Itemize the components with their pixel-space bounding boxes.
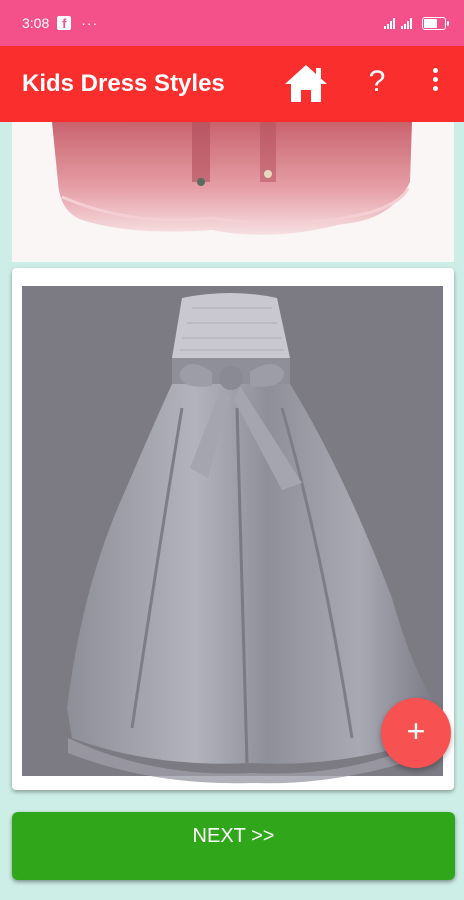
more-notifications-icon: ··· bbox=[81, 15, 99, 31]
facebook-icon: f bbox=[57, 16, 72, 31]
help-icon: ? bbox=[368, 65, 386, 98]
signal-icon-2 bbox=[401, 17, 412, 29]
home-button[interactable] bbox=[283, 62, 329, 104]
more-options-button[interactable] bbox=[427, 68, 443, 98]
app-title: Kids Dress Styles bbox=[22, 70, 225, 97]
status-time: 3:08 bbox=[22, 15, 50, 31]
gallery-scroll[interactable]: + bbox=[0, 122, 464, 802]
home-icon bbox=[285, 65, 327, 102]
add-fab-button[interactable]: + bbox=[381, 698, 451, 768]
signal-icon bbox=[384, 17, 395, 29]
app-bar: Kids Dress Styles ? bbox=[0, 46, 464, 122]
help-button[interactable]: ? bbox=[364, 62, 390, 102]
pink-tulle-dress-photo bbox=[12, 122, 454, 262]
status-bar: 3:08 f ··· bbox=[0, 0, 464, 46]
plus-icon: + bbox=[406, 713, 426, 749]
battery-icon bbox=[422, 16, 449, 30]
status-right bbox=[384, 16, 449, 30]
more-vert-icon bbox=[432, 68, 438, 73]
dress-card-1[interactable] bbox=[12, 122, 454, 262]
next-button[interactable]: NEXT >> bbox=[12, 812, 455, 880]
